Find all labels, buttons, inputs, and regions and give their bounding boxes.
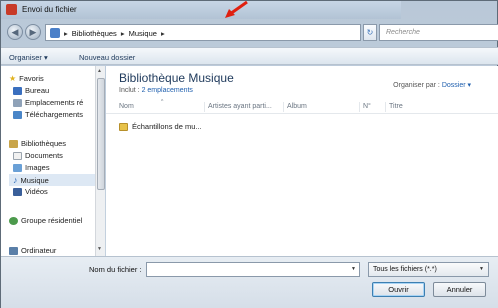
music-note-icon: ♪ [13,175,18,185]
file-name: Échantillons de mu... [132,122,202,131]
nav-item-recent[interactable]: Emplacements ré [13,98,83,107]
scroll-thumb[interactable] [97,78,105,190]
breadcrumb-music[interactable]: Musique [129,29,157,38]
folder-icon [119,122,128,131]
arrange-by: Organiser par : Dossier ▾ [393,82,471,89]
breadcrumb-libraries[interactable]: Bibliothèques [72,29,117,38]
nav-item-music[interactable]: ♪ Musique [9,174,95,186]
column-name[interactable]: Nom [119,103,134,110]
library-icon [50,28,60,38]
list-item[interactable]: Échantillons de mu... [119,122,202,131]
chevron-down-icon: ▼ [479,266,484,272]
nav-item-desktop[interactable]: Bureau [13,86,49,95]
window-title: Envoi du fichier [22,5,77,14]
nav-item-documents[interactable]: Documents [13,151,63,160]
new-folder-button[interactable]: Nouveau dossier [79,53,135,62]
computer-icon [9,246,18,255]
column-album[interactable]: Album [287,103,307,110]
back-button[interactable]: ◀ [7,24,23,40]
downloads-icon [13,110,22,119]
scroll-down-icon[interactable]: ▼ [97,246,102,252]
red-arrow-icon [225,1,248,18]
star-icon: ★ [9,74,17,83]
filename-field[interactable]: ▼ [146,262,360,277]
column-headers: Nom ^ Artistes ayant parti... Album N° T… [106,99,498,114]
nav-computer[interactable]: Ordinateur [9,246,56,255]
nav-item-images[interactable]: Images [13,163,50,172]
libraries-icon [9,139,18,148]
nav-libraries[interactable]: Bibliothèques [9,139,66,148]
filetype-select[interactable]: Tous les fichiers (*.*) ▼ [368,262,489,277]
search-placeholder: Recherche [386,29,420,36]
organize-button[interactable]: Organiser ▾ [9,53,48,62]
nav-favorites[interactable]: ★ Favoris [9,74,44,83]
file-dialog: Envoi du fichier ◀ ▶ ▸ Bibliothèques ▸ M… [0,0,498,308]
toolbar: Organiser ▾ Nouveau dossier [1,47,498,65]
nav-homegroup[interactable]: Groupe résidentiel [9,216,82,225]
recent-places-icon [13,98,22,107]
address-bar[interactable]: ▸ Bibliothèques ▸ Musique ▸ ▼ [45,24,396,41]
arrow-left-icon: ◀ [11,27,19,37]
arrange-by-dropdown[interactable]: Dossier ▾ [442,82,471,89]
sort-up-icon: ^ [161,99,164,105]
videos-icon [13,187,22,196]
filetype-value: Tous les fichiers (*.*) [373,266,437,273]
content-pane: Bibliothèque Musique Inclut : 2 emplacem… [106,66,498,256]
navigation-pane: ★ Favoris Bureau Emplacements ré Télécha… [1,66,105,256]
library-title: Bibliothèque Musique [119,71,234,85]
refresh-icon: ↻ [366,28,374,37]
scroll-up-icon[interactable]: ▲ [97,68,102,74]
title-bar: Envoi du fichier [1,1,401,19]
app-icon [6,4,17,15]
column-track-number[interactable]: N° [363,103,371,110]
nav-item-downloads[interactable]: Téléchargements [13,110,83,119]
cancel-button[interactable]: Annuler [433,282,486,297]
column-artists[interactable]: Artistes ayant parti... [208,103,272,110]
chevron-down-icon[interactable]: ▼ [351,266,356,272]
search-input[interactable]: Recherche [379,24,498,41]
forward-button[interactable]: ▶ [25,24,41,40]
column-title[interactable]: Titre [389,103,403,110]
breadcrumb: ▸ Bibliothèques ▸ Musique ▸ [64,29,165,38]
images-icon [13,163,22,172]
address-row: ◀ ▶ ▸ Bibliothèques ▸ Musique ▸ ▼ ↻ Rech… [1,20,498,44]
library-includes: Inclut : 2 emplacements [119,87,193,94]
nav-scrollbar[interactable]: ▲ ▼ [95,66,105,256]
documents-icon [13,151,22,160]
refresh-button[interactable]: ↻ [363,24,377,41]
nav-item-videos[interactable]: Vidéos [13,187,48,196]
arrow-right-icon: ▶ [29,27,37,37]
homegroup-icon [9,216,18,225]
filename-label: Nom du fichier : [89,265,142,274]
footer-panel: Nom du fichier : ▼ Tous les fichiers (*.… [1,256,498,308]
desktop-icon [13,86,22,95]
locations-link[interactable]: 2 emplacements [142,87,193,94]
open-button[interactable]: Ouvrir [372,282,425,297]
